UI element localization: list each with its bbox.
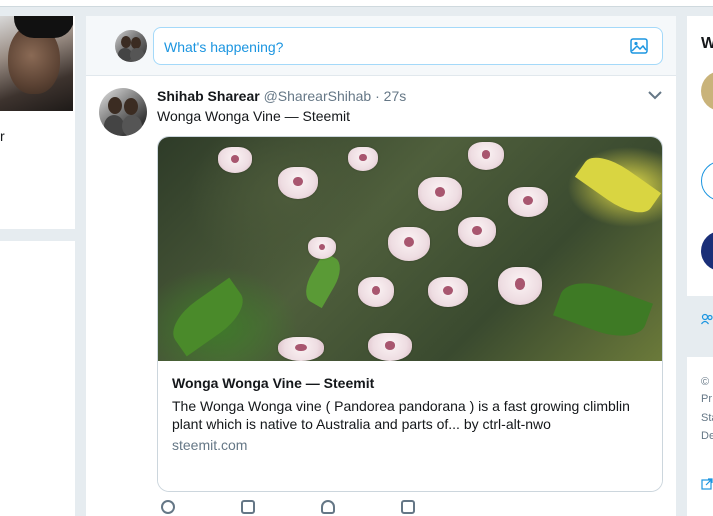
suggested-avatar[interactable] — [701, 161, 713, 201]
external-link-icon[interactable] — [701, 478, 713, 490]
tweet-timestamp[interactable]: 27s — [384, 88, 407, 104]
profile-photo[interactable] — [0, 16, 73, 111]
composer-avatar[interactable] — [115, 30, 147, 62]
like-icon[interactable] — [321, 500, 335, 514]
who-to-follow-title: W — [701, 35, 713, 52]
link-card[interactable]: Wonga Wonga Vine — Steemit The Wonga Won… — [157, 136, 663, 492]
card-description: The Wonga Wonga vine ( Pandorea pandoran… — [172, 398, 630, 432]
tweet-author-name[interactable]: Shihab Sharear — [157, 88, 260, 104]
card-image — [158, 137, 662, 361]
tweet-separator: · — [375, 88, 380, 104]
tweet-composer: What's happening? — [86, 16, 676, 76]
footer-line: © — [701, 376, 710, 388]
suggested-avatar[interactable] — [701, 71, 713, 111]
top-nav-edge — [0, 0, 713, 7]
avatar-figures — [115, 30, 147, 62]
tweet-actions — [157, 500, 457, 516]
profile-name[interactable]: r — [0, 128, 5, 144]
card-body: Wonga Wonga Vine — Steemit The Wonga Won… — [158, 361, 662, 491]
footer-card: © Pr Sta De — [687, 357, 713, 516]
reply-icon[interactable] — [161, 500, 175, 514]
trends-card — [0, 241, 75, 516]
compose-input[interactable]: What's happening? — [153, 27, 663, 65]
avatar-figures — [99, 88, 147, 136]
profile-card: r — [0, 16, 75, 229]
profile-hair — [14, 16, 73, 38]
image-icon[interactable] — [630, 38, 648, 54]
message-icon[interactable] — [401, 500, 415, 514]
card-domain: steemit.com — [172, 437, 248, 453]
people-icon[interactable] — [701, 313, 713, 325]
card-title[interactable]: Wonga Wonga Vine — Steemit — [172, 375, 374, 391]
tweet-author-handle[interactable]: @SharearShihab — [264, 88, 372, 104]
suggested-avatar[interactable] — [701, 231, 713, 271]
footer-line[interactable]: Pr — [701, 393, 712, 405]
timeline: What's happening? Shihab Sharear @Sharea… — [86, 16, 676, 516]
footer-line[interactable]: Sta — [701, 412, 713, 424]
tweet-text: Wonga Wonga Vine — Steemit — [157, 108, 350, 124]
who-to-follow-card: W — [687, 16, 713, 296]
tweet-avatar[interactable] — [99, 88, 147, 136]
tweet-header: Shihab Sharear @SharearShihab · 27s — [157, 88, 406, 104]
retweet-icon[interactable] — [241, 500, 255, 514]
compose-placeholder: What's happening? — [164, 39, 284, 55]
footer-line[interactable]: De — [701, 430, 713, 442]
chevron-down-icon[interactable] — [648, 90, 662, 100]
tweet[interactable]: Shihab Sharear @SharearShihab · 27s Wong… — [86, 76, 676, 516]
